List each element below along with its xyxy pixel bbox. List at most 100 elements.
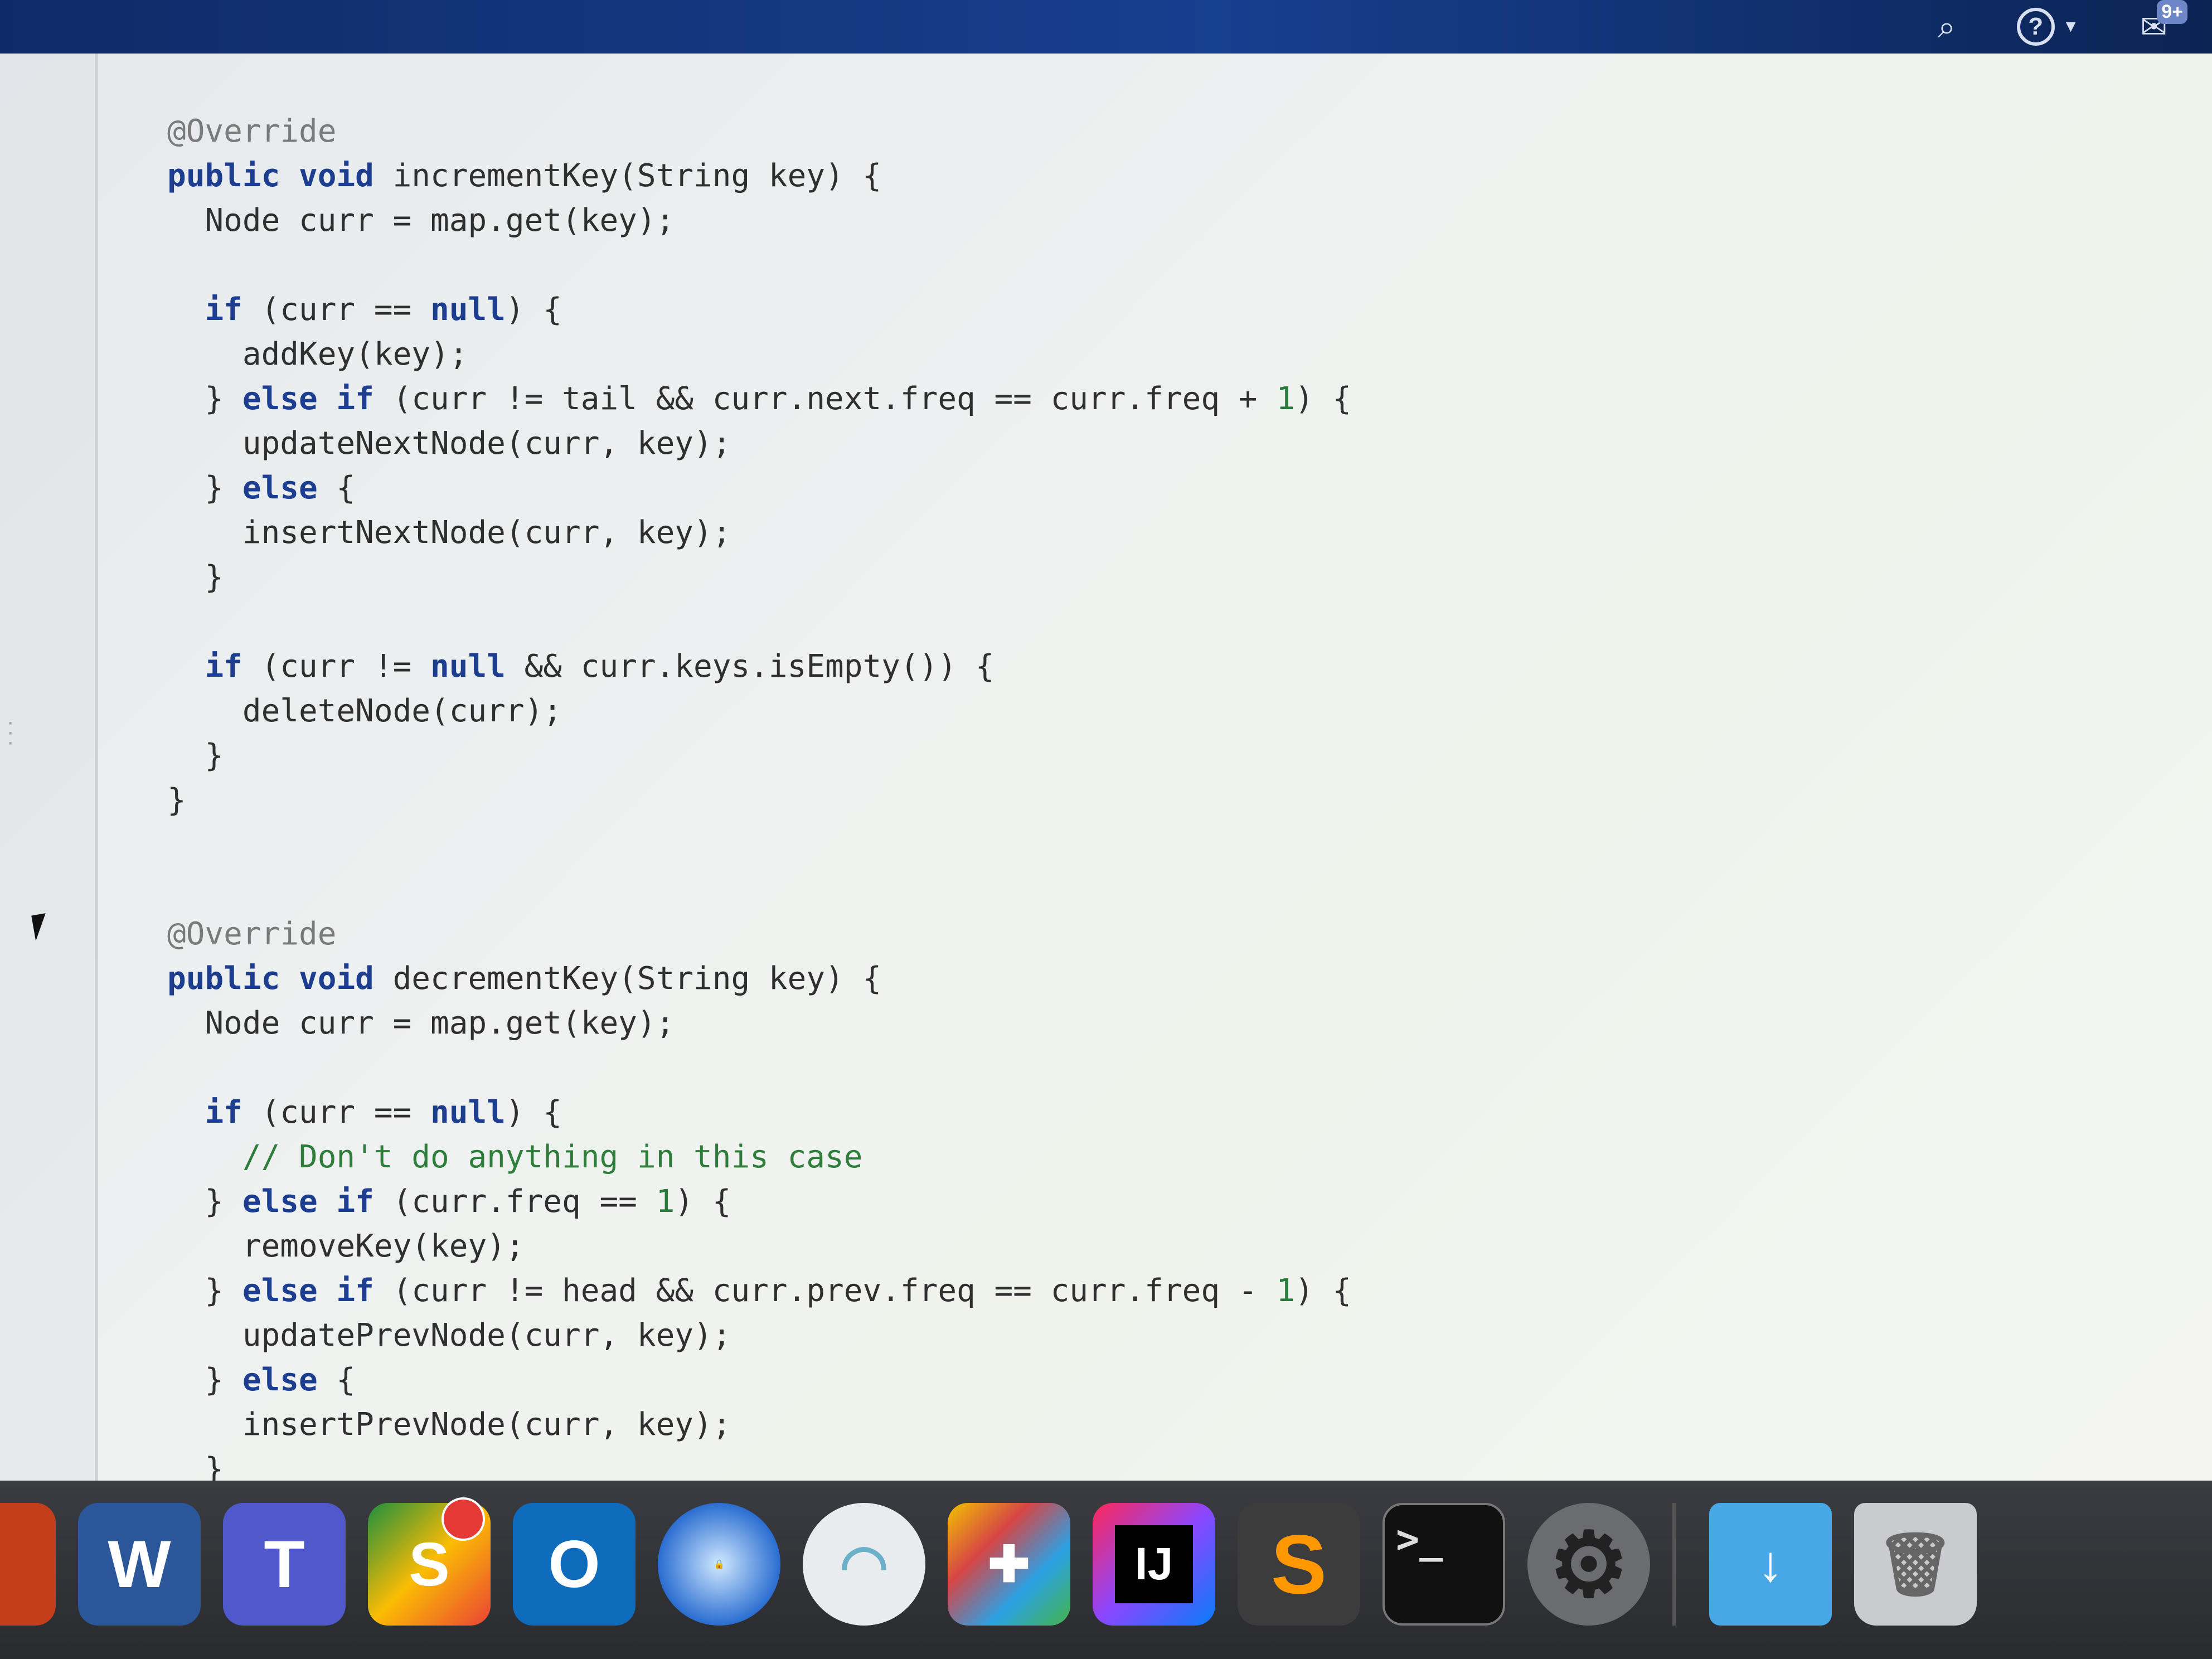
dock-item-glyph: W (108, 1527, 171, 1602)
menu-bar-icons: ⌕ ? ▼ ✉ 9+ (1938, 0, 2188, 54)
code-line[interactable]: @Override (167, 912, 336, 957)
code-token: ) { (1294, 1273, 1352, 1309)
code-token: @Override (167, 113, 337, 149)
dock-item-glyph: S (1270, 1517, 1327, 1611)
code-line[interactable]: } else if (curr != head && curr.prev.fre… (167, 1269, 1351, 1313)
sheets-icon[interactable]: S (368, 1497, 491, 1626)
word-icon[interactable]: W (78, 1503, 201, 1626)
teams-icon[interactable]: T (223, 1503, 346, 1626)
code-token: else if (242, 1273, 374, 1309)
outlook-icon[interactable]: O (513, 1503, 636, 1626)
code-token: (curr != head && curr.prev.freq == curr.… (373, 1273, 1277, 1309)
code-token: Node curr = map.get(key); (167, 1005, 675, 1041)
wifi-icon[interactable]: ◠ (803, 1503, 925, 1626)
trash-icon[interactable]: 🗑 (1854, 1503, 1977, 1626)
code-line[interactable]: } else { (167, 466, 355, 511)
code-line[interactable]: public void incrementKey(String key) { (167, 154, 881, 198)
self-service-icon[interactable]: ✚ (948, 1503, 1070, 1626)
vpn-icon[interactable]: 🔒 (658, 1503, 780, 1626)
code-line[interactable]: addKey(key); (167, 332, 468, 377)
code-token: ) { (505, 292, 562, 328)
notification-badge (442, 1497, 485, 1541)
dock-item-glyph: ⚙ (1549, 1514, 1629, 1614)
code-line[interactable]: } (167, 778, 186, 823)
dock-item-glyph: 🗑 (1876, 1530, 1954, 1599)
code-token: decrementKey(String key) { (373, 961, 882, 997)
system-preferences-icon[interactable]: ⚙ (1527, 1503, 1650, 1626)
downloads-folder-icon[interactable]: ↓ (1709, 1503, 1832, 1626)
dock-item-glyph: O (548, 1527, 600, 1602)
code-token: } (167, 381, 242, 417)
code-token: (curr == (242, 1094, 431, 1131)
help-icon: ? (2016, 8, 2055, 46)
code-token: if (167, 292, 242, 328)
search-icon[interactable]: ⌕ (1938, 11, 1955, 42)
code-token: && curr.keys.isEmpty()) { (505, 648, 995, 685)
code-token: (curr != tail && curr.next.freq == curr.… (373, 381, 1277, 417)
code-token: updateNextNode(curr, key); (167, 425, 731, 462)
code-line[interactable]: updatePrevNode(curr, key); (167, 1313, 731, 1358)
code-line[interactable]: } else if (curr.freq == 1) { (167, 1180, 731, 1224)
code-token: } (167, 559, 224, 595)
code-line[interactable]: removeKey(key); (167, 1224, 525, 1269)
code-editor[interactable]: · · · @Override public void incrementKey(St… (0, 54, 2212, 1487)
code-token: } (167, 738, 224, 774)
code-token: else if (242, 1183, 374, 1220)
code-line[interactable]: insertPrevNode(curr, key); (167, 1403, 731, 1447)
code-token: 1 (1276, 1273, 1295, 1309)
code-token: (curr == (242, 292, 431, 328)
code-line[interactable]: if (curr == null) { (167, 288, 562, 332)
powerpoint-icon[interactable]: P (0, 1503, 56, 1626)
code-token: if (167, 648, 242, 685)
code-line[interactable]: if (curr == null) { (167, 1090, 562, 1135)
code-token: ) { (675, 1183, 731, 1220)
code-line[interactable]: @Override (167, 109, 336, 154)
code-token: else if (242, 381, 374, 417)
dock-item-glyph: ↓ (1758, 1536, 1783, 1592)
code-token: deleteNode(curr); (167, 693, 562, 729)
code-token: null (430, 648, 506, 685)
code-token: 1 (656, 1183, 675, 1220)
editor-gutter: · · · (0, 54, 98, 1481)
code-token: (curr.freq == (373, 1183, 656, 1220)
dock-item-glyph: S (409, 1530, 450, 1599)
code-token: public void (167, 158, 374, 194)
code-line[interactable]: // Don't do anything in this case (167, 1135, 863, 1180)
dock: PW T S O 🔒 ◠ ✚ IJ S >_ ⚙ ↓ 🗑 (0, 1481, 2212, 1659)
dock-separator (1672, 1503, 1676, 1626)
code-line[interactable]: public void decrementKey(String key) { (167, 957, 881, 1001)
dock-item-glyph: ◠ (840, 1533, 889, 1596)
code-token: } (167, 1183, 242, 1220)
code-token: else (242, 470, 318, 506)
code-line[interactable]: } (167, 734, 224, 778)
code-token: ) { (1294, 381, 1352, 417)
code-token: } (167, 782, 186, 818)
code-token: updatePrevNode(curr, key); (167, 1317, 731, 1354)
code-token: else (242, 1362, 318, 1398)
help-menu[interactable]: ? ▼ (2016, 8, 2079, 46)
intellij-icon[interactable]: IJ (1093, 1503, 1215, 1626)
code-line[interactable]: } else { (167, 1358, 355, 1403)
code-token: } (167, 1273, 242, 1309)
menu-bar: ⌕ ? ▼ ✉ 9+ (0, 0, 2212, 54)
code-token: removeKey(key); (167, 1228, 525, 1264)
dock-items: PW T S O 🔒 ◠ ✚ IJ S >_ ⚙ ↓ 🗑 (0, 1497, 1999, 1626)
code-line[interactable]: updateNextNode(curr, key); (167, 421, 731, 466)
code-line[interactable]: deleteNode(curr); (167, 689, 562, 734)
code-line[interactable]: Node curr = map.get(key); (167, 198, 675, 243)
sublime-text-icon[interactable]: S (1238, 1503, 1360, 1626)
code-line[interactable]: } (167, 555, 224, 600)
code-token: ) { (505, 1094, 562, 1131)
fold-handle-icon[interactable]: · · · (7, 711, 14, 753)
code-token: incrementKey(String key) { (373, 158, 882, 194)
dock-item-glyph: 🔒 (714, 1560, 725, 1569)
code-token: null (430, 1094, 506, 1131)
code-line[interactable]: Node curr = map.get(key); (167, 1001, 675, 1046)
dock-item-glyph: >_ (1396, 1516, 1443, 1562)
dock-item-glyph: ✚ (988, 1536, 1030, 1593)
notifications-icon[interactable]: ✉ 9+ (2140, 0, 2188, 46)
terminal-icon[interactable]: >_ (1382, 1503, 1505, 1626)
code-line[interactable]: } else if (curr != tail && curr.next.fre… (167, 377, 1351, 421)
code-line[interactable]: insertNextNode(curr, key); (167, 511, 731, 555)
code-line[interactable]: if (curr != null && curr.keys.isEmpty())… (167, 644, 994, 689)
